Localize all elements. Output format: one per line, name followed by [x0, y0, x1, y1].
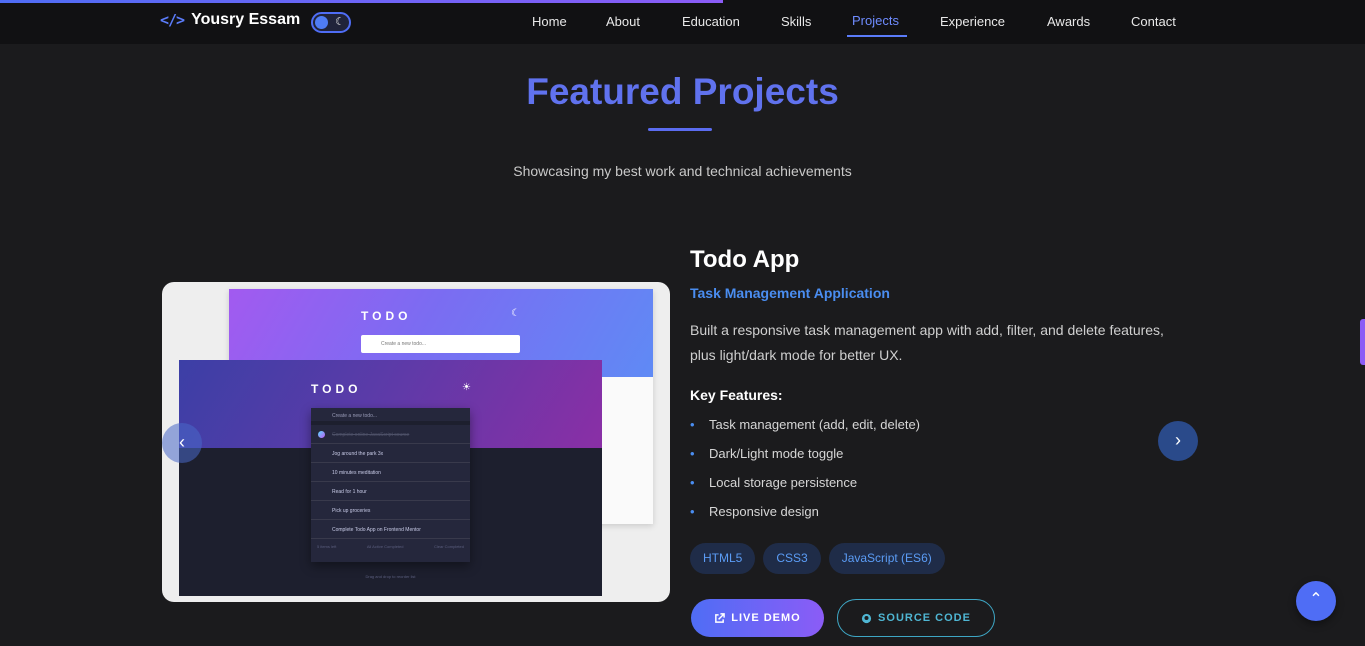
preview-todo-item: Read for 1 hour	[311, 482, 470, 501]
bullet-icon: •	[690, 504, 695, 519]
preview-sun-icon: ☀	[462, 382, 471, 393]
github-icon	[861, 613, 872, 623]
project-preview-image: TODO ☾ Create a new todo... TODO ☀ Creat…	[162, 282, 670, 602]
preview-dark-mode: TODO ☀ Create a new todo... Complete onl…	[179, 360, 602, 596]
navbar: </> Yousry Essam ☾ Home About Education …	[0, 0, 1365, 44]
carousel-prev-button[interactable]: ‹	[162, 423, 202, 463]
tech-tag: JavaScript (ES6)	[828, 543, 945, 574]
title-underline	[648, 128, 712, 131]
nav-link-projects[interactable]: Projects	[852, 13, 899, 28]
scroll-to-top-button[interactable]: ⌃	[1296, 581, 1336, 621]
project-title: Todo App	[690, 246, 800, 273]
nav-link-about[interactable]: About	[606, 14, 640, 29]
tech-tag: HTML5	[690, 543, 756, 574]
live-demo-button[interactable]: LIVE DEMO	[691, 599, 824, 637]
code-icon: </>	[160, 11, 185, 29]
moon-icon: ☾	[335, 16, 345, 28]
preview-hint: Drag and drop to reorder list	[365, 574, 416, 579]
preview-todo-footer: 5 items left All Active Completed Clear …	[317, 544, 464, 549]
features-list: • Task management (add, edit, delete) • Da…	[690, 417, 920, 533]
nav-link-education[interactable]: Education	[682, 14, 740, 29]
external-link-icon	[715, 612, 726, 623]
chevron-right-icon: ›	[1175, 430, 1181, 450]
features-title: Key Features:	[690, 387, 783, 403]
feature-item: • Responsive design	[690, 504, 819, 519]
nav-link-experience[interactable]: Experience	[940, 14, 1005, 29]
preview-todo-item: Complete Todo App on Frontend Mentor	[311, 520, 470, 539]
theme-toggle[interactable]: ☾	[311, 12, 351, 33]
bullet-icon: •	[690, 475, 695, 490]
brand-logo[interactable]: </> Yousry Essam	[160, 11, 300, 29]
source-code-button[interactable]: SOURCE CODE	[837, 599, 995, 637]
brand-name: Yousry Essam	[191, 11, 301, 28]
preview-todo-list: Create a new todo... Complete online Jav…	[311, 408, 470, 562]
nav-link-contact[interactable]: Contact	[1131, 14, 1176, 29]
feature-item: • Task management (add, edit, delete)	[690, 417, 921, 432]
feature-item: • Dark/Light mode toggle	[690, 446, 844, 461]
project-subtitle: Task Management Application	[690, 285, 890, 301]
nav-link-awards[interactable]: Awards	[1047, 14, 1090, 29]
preview-dark-title: TODO	[311, 382, 362, 396]
bullet-icon: •	[690, 417, 695, 432]
chevron-up-icon: ⌃	[1309, 591, 1323, 608]
carousel-next-button[interactable]: ›	[1158, 421, 1198, 461]
section-title: Featured Projects	[526, 71, 839, 112]
nav-link-skills[interactable]: Skills	[781, 14, 811, 29]
tech-tags: HTML5 CSS3 JavaScript (ES6)	[690, 543, 945, 574]
toggle-knob	[315, 16, 328, 29]
section-subtitle: Showcasing my best work and technical ac…	[513, 163, 852, 179]
preview-todo-item: Jog around the park 3x	[311, 444, 470, 463]
bullet-icon: •	[690, 446, 695, 461]
preview-light-title: TODO	[361, 309, 412, 323]
project-description: Built a responsive task management app w…	[690, 322, 1164, 363]
preview-light-input: Create a new todo...	[361, 335, 520, 353]
preview-dark-input: Create a new todo...	[311, 408, 470, 425]
preview-moon-icon: ☾	[511, 308, 520, 319]
preview-todo-item: Pick up groceries	[311, 501, 470, 520]
feature-item: • Local storage persistence	[690, 475, 858, 490]
scroll-progress-bar	[0, 0, 723, 3]
check-icon	[318, 431, 325, 438]
preview-todo-item: 10 minutes meditation	[311, 463, 470, 482]
nav-link-home[interactable]: Home	[532, 14, 567, 29]
page-scrollbar[interactable]	[1360, 319, 1365, 365]
chevron-left-icon: ‹	[179, 432, 185, 452]
tech-tag: CSS3	[763, 543, 821, 574]
nav-active-indicator	[847, 35, 907, 37]
preview-todo-item: Complete online JavaScript course	[311, 425, 470, 444]
